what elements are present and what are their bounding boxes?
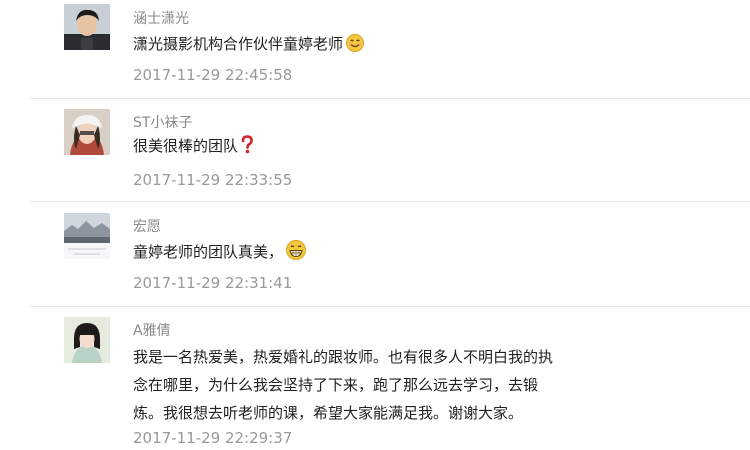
comment-item: 宏愿 童婷老师的团队真美， 2017-11-29 22:31:41 — [0, 202, 750, 306]
avatar[interactable] — [64, 317, 110, 363]
comment-text: 潇光摄影机构合作伙伴童婷老师 — [133, 30, 365, 62]
comment-text-line: 炼。我很想去听老师的课，希望大家能满足我。谢谢大家。 — [133, 404, 524, 422]
comment-text-line: 很美很棒的团队 — [133, 137, 239, 155]
smile-emoji-icon — [345, 33, 365, 62]
avatar-woman-cap-image — [64, 109, 110, 155]
grin-emoji-icon — [285, 239, 307, 270]
comment-username[interactable]: 涵士潇光 — [133, 10, 189, 28]
avatar[interactable] — [64, 213, 110, 259]
comment-timestamp: 2017-11-29 22:31:41 — [133, 274, 293, 292]
comment-text: 很美很棒的团队 — [133, 132, 254, 164]
comment-item: A雅倩 我是一名热爱美，热爱婚礼的跟妆师。也有很多人不明白我的执 念在哪里，为什… — [0, 307, 750, 450]
comment-text-line: 潇光摄影机构合作伙伴童婷老师 — [133, 35, 344, 53]
comment-text: 童婷老师的团队真美， — [133, 238, 307, 270]
comment-username[interactable]: A雅倩 — [133, 322, 171, 340]
avatar[interactable] — [64, 4, 110, 50]
comment-item: ST小袜子 很美很棒的团队 2017-11-29 22:33:55 — [0, 99, 750, 202]
avatar-woman-bob-image — [64, 317, 110, 363]
comment-timestamp: 2017-11-29 22:29:37 — [133, 429, 293, 447]
avatar-snow-landscape-image — [64, 213, 110, 259]
comment-text-line: 我是一名热爱美，热爱婚礼的跟妆师。也有很多人不明白我的执 — [133, 348, 554, 366]
avatar[interactable] — [64, 109, 110, 155]
comment-text-line: 念在哪里，为什么我会坚持了下来，跑了那么远去学习，去锻 — [133, 376, 539, 394]
comment-item: 涵士潇光 潇光摄影机构合作伙伴童婷老师 2017-11-29 22:45:58 — [0, 0, 750, 100]
avatar-man-image — [64, 4, 110, 50]
comment-text-line: 童婷老师的团队真美， — [133, 243, 284, 261]
comment-timestamp: 2017-11-29 22:33:55 — [133, 171, 293, 189]
question-mark-icon — [240, 135, 254, 164]
comment-username[interactable]: 宏愿 — [133, 218, 161, 236]
comment-username[interactable]: ST小袜子 — [133, 114, 192, 132]
comment-text: 我是一名热爱美，热爱婚礼的跟妆师。也有很多人不明白我的执 念在哪里，为什么我会坚… — [133, 343, 553, 427]
comment-timestamp: 2017-11-29 22:45:58 — [133, 66, 293, 84]
